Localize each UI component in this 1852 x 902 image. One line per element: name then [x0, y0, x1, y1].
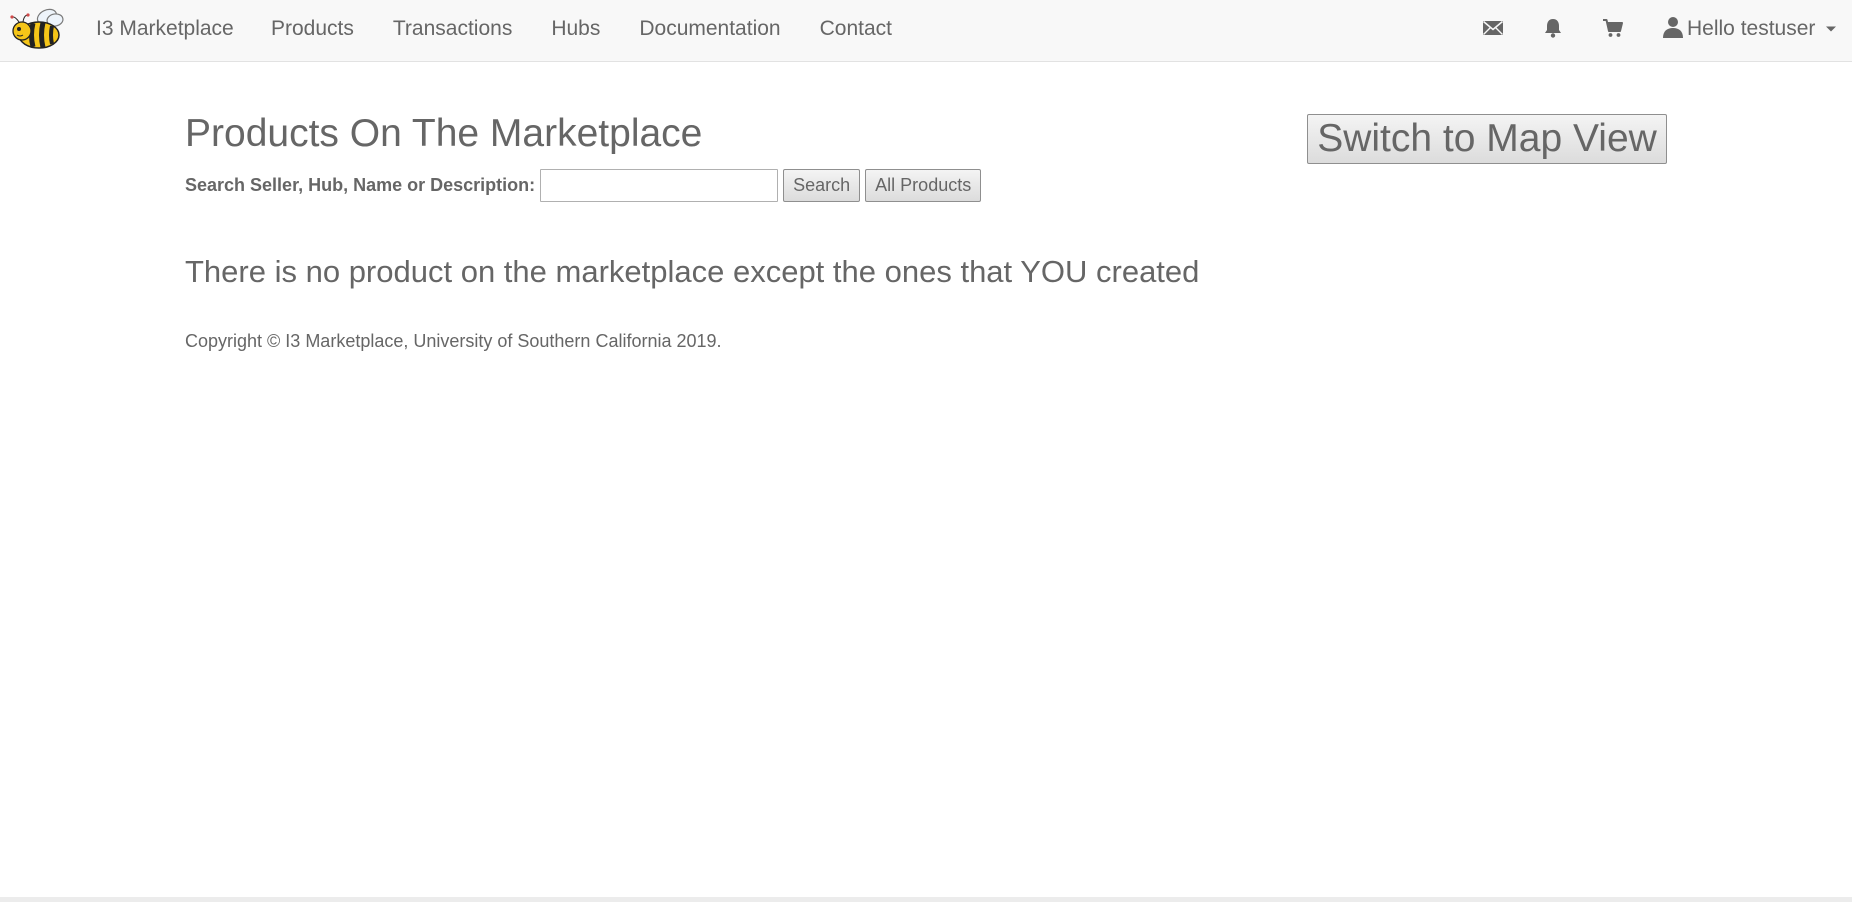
page-title: Products On The Marketplace [185, 112, 703, 155]
copyright-footer: Copyright © I3 Marketplace, University o… [185, 331, 722, 351]
caret-down-icon [1826, 26, 1837, 32]
nav-link-documentation[interactable]: Documentation [639, 0, 780, 58]
nav-link-products[interactable]: Products [271, 0, 354, 58]
switch-to-map-view-button[interactable]: Switch to Map View [1307, 114, 1667, 164]
bottom-edge-bar [0, 897, 1852, 902]
search-label: Search Seller, Hub, Name or Description: [185, 175, 536, 195]
bee-logo-icon[interactable] [9, 7, 65, 51]
bell-icon[interactable] [1542, 17, 1564, 39]
envelope-icon[interactable] [1482, 17, 1504, 39]
brand-link[interactable]: I3 Marketplace [96, 0, 234, 58]
user-menu[interactable]: Hello testuser [1662, 0, 1837, 58]
all-products-button[interactable]: All Products [865, 169, 982, 202]
top-navbar: I3 Marketplace Products Transactions Hub… [0, 0, 1852, 62]
person-icon [1663, 17, 1683, 38]
nav-link-hubs[interactable]: Hubs [551, 0, 600, 58]
search-form: Search Seller, Hub, Name or Description:… [185, 168, 986, 203]
search-input[interactable] [540, 169, 779, 202]
nav-link-contact[interactable]: Contact [820, 0, 892, 58]
nav-link-transactions[interactable]: Transactions [393, 0, 512, 58]
nav-links: Products Transactions Hubs Documentation… [271, 0, 931, 58]
empty-products-message: There is no product on the marketplace e… [185, 254, 1200, 289]
search-button[interactable]: Search [783, 169, 861, 202]
shopping-cart-icon[interactable] [1602, 17, 1624, 39]
user-greeting: Hello testuser [1687, 17, 1816, 40]
